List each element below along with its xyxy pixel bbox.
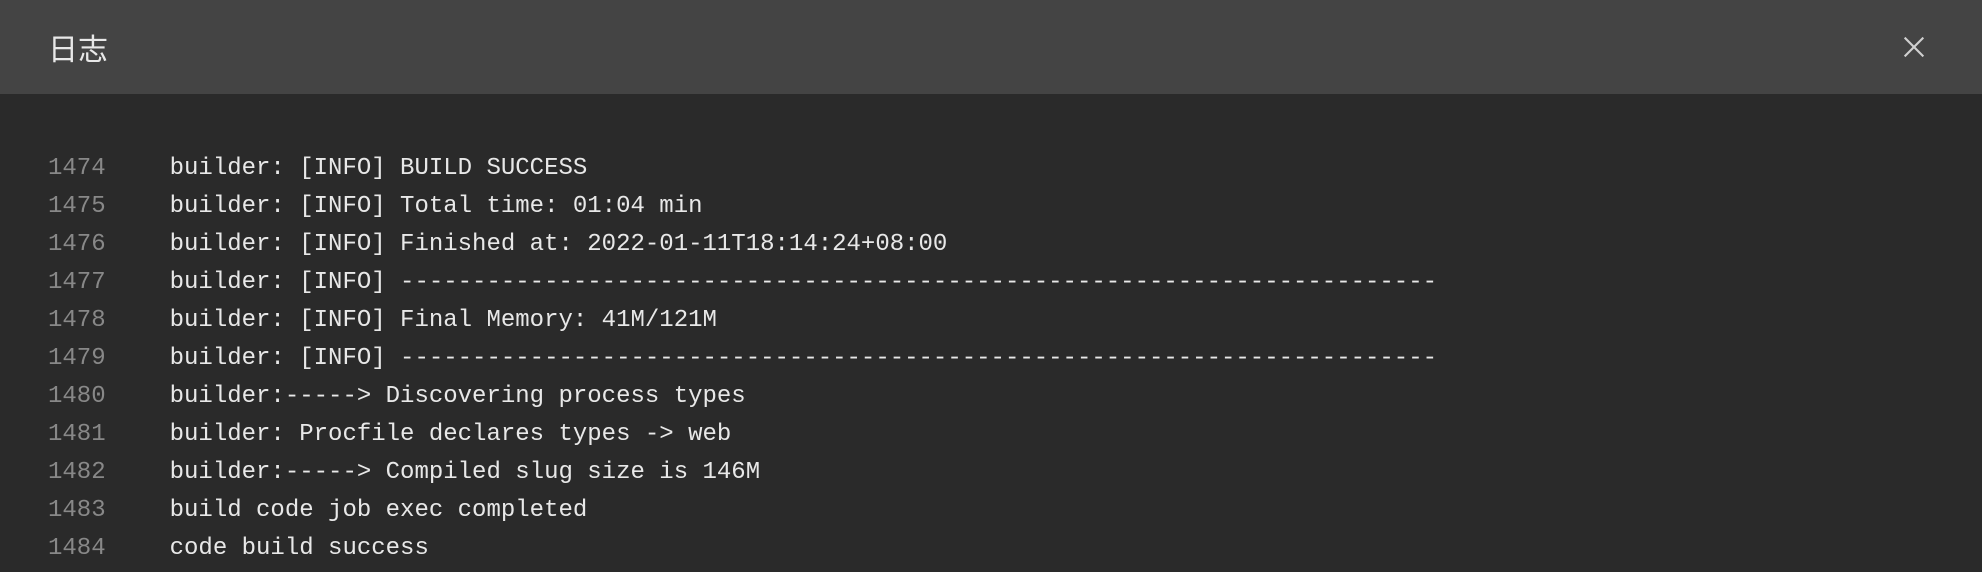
line-text: builder:-----> Compiled slug size is 146… [170,454,761,492]
line-number: 1476 [48,226,170,264]
log-line: 1482 builder:-----> Compiled slug size i… [48,454,1982,492]
line-text: builder: [INFO] Finished at: 2022-01-11T… [170,226,948,264]
line-number: 1477 [48,264,170,302]
log-header: 日志 [0,0,1982,94]
line-text: builder: [INFO] ------------------------… [170,264,1437,302]
log-line: 1476 builder: [INFO] Finished at: 2022-0… [48,226,1982,264]
log-line: 1484 code build success [48,530,1982,568]
line-text: builder: [INFO] ------------------------… [170,340,1437,378]
line-number: 1482 [48,454,170,492]
log-line: 1479 builder: [INFO] -------------------… [48,340,1982,378]
close-icon [1900,33,1928,61]
line-number: 1483 [48,492,170,530]
log-title: 日志 [48,25,108,69]
log-content: 1474 builder: [INFO] BUILD SUCCESS 1475 … [0,94,1982,568]
log-line: 1480 builder:-----> Discovering process … [48,378,1982,416]
line-number: 1480 [48,378,170,416]
log-line: 1478 builder: [INFO] Final Memory: 41M/1… [48,302,1982,340]
log-line: 1474 builder: [INFO] BUILD SUCCESS [48,150,1982,188]
close-button[interactable] [1894,27,1934,67]
line-text: build code job exec completed [170,492,588,530]
log-line: 1483 build code job exec completed [48,492,1982,530]
line-number: 1481 [48,416,170,454]
log-line: 1477 builder: [INFO] -------------------… [48,264,1982,302]
log-line: 1481 builder: Procfile declares types ->… [48,416,1982,454]
log-line: 1475 builder: [INFO] Total time: 01:04 m… [48,188,1982,226]
line-text: builder: [INFO] Final Memory: 41M/121M [170,302,717,340]
line-number: 1479 [48,340,170,378]
line-number: 1474 [48,150,170,188]
line-text: builder: Procfile declares types -> web [170,416,732,454]
line-text: builder:-----> Discovering process types [170,378,746,416]
line-text: code build success [170,530,429,568]
line-number: 1475 [48,188,170,226]
line-text: builder: [INFO] Total time: 01:04 min [170,188,703,226]
line-number: 1484 [48,530,170,568]
line-number: 1478 [48,302,170,340]
line-text: builder: [INFO] BUILD SUCCESS [170,150,588,188]
